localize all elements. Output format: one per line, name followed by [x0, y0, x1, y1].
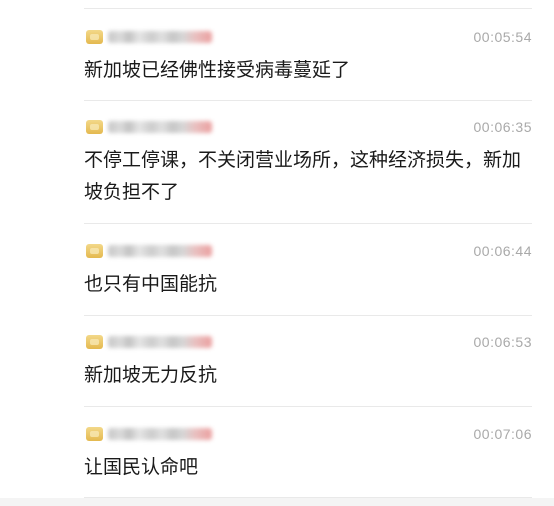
message-text: 不停工停课，不关闭营业场所，这种经济损失，新加坡负担不了 [84, 149, 522, 203]
sender-info[interactable] [86, 28, 216, 46]
sender-info[interactable] [86, 333, 216, 351]
chat-history-feed: 00:05:54 新加坡已经佛性接受病毒蔓延了 00:06:35 不停工停课，不… [0, 0, 554, 506]
avatar-icon[interactable] [86, 427, 103, 441]
message-text: 让国民认命吧 [84, 456, 199, 478]
blurred-sender-name [108, 121, 212, 133]
message-timestamp: 00:06:35 [473, 119, 532, 135]
message-text: 新加坡无力反抗 [84, 364, 218, 386]
blurred-sender-name [108, 336, 212, 348]
message-timestamp: 00:06:53 [473, 334, 532, 350]
sender-info[interactable] [86, 118, 216, 136]
message-text: 新加坡已经佛性接受病毒蔓延了 [84, 59, 351, 81]
divider [84, 100, 532, 101]
bottom-edge [0, 498, 554, 506]
divider [84, 8, 532, 9]
message-timestamp: 00:06:44 [473, 243, 532, 259]
avatar-icon[interactable] [86, 335, 103, 349]
blurred-sender-name [108, 245, 212, 257]
message-timestamp: 00:07:06 [473, 426, 532, 442]
message-timestamp: 00:05:54 [473, 29, 532, 45]
avatar-icon[interactable] [86, 244, 103, 258]
sender-info[interactable] [86, 425, 216, 443]
divider [84, 315, 532, 316]
avatar-icon[interactable] [86, 120, 103, 134]
divider [84, 223, 532, 224]
blurred-sender-name [108, 31, 212, 43]
message-text: 也只有中国能抗 [84, 273, 218, 295]
avatar-icon[interactable] [86, 30, 103, 44]
divider [84, 406, 532, 407]
blurred-sender-name [108, 428, 212, 440]
sender-info[interactable] [86, 242, 216, 260]
